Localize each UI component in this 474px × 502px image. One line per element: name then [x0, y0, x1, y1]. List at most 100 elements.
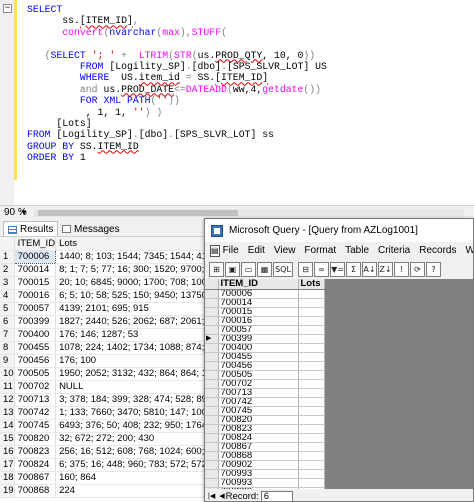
table-cell[interactable] [298, 433, 325, 443]
table-cell[interactable]: 8; 1; 7; 5; 77; 16; 300; 1520; 9700; 139… [55, 263, 220, 277]
record-number-input[interactable]: 6 [260, 490, 293, 501]
code-line[interactable]: FROM [Logility_SP].[dbo].[SPS_SLVR_LOT] … [27, 61, 327, 72]
table-cell[interactable] [298, 325, 325, 335]
msquery-window[interactable]: Microsoft Query - [Query from AZLog1001]… [204, 218, 474, 502]
code-line[interactable]: convert(nvarchar(max),STUFF( [27, 27, 327, 38]
zoom-dropdown-icon[interactable]: ▼ [20, 208, 28, 217]
table-row[interactable]: 18 700867 160; 864 [0, 471, 220, 485]
table-row[interactable]: 16 700823 256; 16; 512; 608; 768; 1024; 60… [0, 445, 220, 459]
table-cell[interactable]: 20; 10; 6845; 9000; 1700; 708; 1009; 10 [55, 276, 220, 290]
record-selector[interactable] [205, 298, 219, 308]
table-cell[interactable]: 6; 5; 10; 58; 525; 150; 9450; 13750; 138 [55, 289, 220, 303]
table-cell[interactable]: 700006 [218, 289, 299, 299]
table-cell[interactable]: 700399 [14, 315, 57, 329]
column-header[interactable]: ITEM_ID [218, 279, 299, 290]
filter-icon[interactable]: ▼= [330, 261, 345, 277]
table-cell[interactable]: 32; 672; 272; 200; 430 [55, 432, 220, 446]
table-cell[interactable] [298, 307, 325, 317]
menu-item-view[interactable]: View [274, 245, 296, 256]
code-line[interactable]: (SELECT '; ' + LTRIM(STR(us.PROD_QTY, 10… [27, 50, 327, 61]
menu-item-criteria[interactable]: Criteria [378, 245, 410, 256]
table-row[interactable]: 700867 [205, 442, 325, 452]
table-cell[interactable]: 700057 [14, 302, 57, 316]
row-number[interactable]: 3 [0, 276, 15, 290]
table-row[interactable]: 700902 [205, 460, 325, 470]
table-cell[interactable]: 700745 [218, 406, 299, 416]
auto-query-icon[interactable]: ⟳ [410, 261, 425, 277]
row-number[interactable]: 17 [0, 458, 15, 472]
table-cell[interactable]: 1827; 2440; 526; 2062; 687; 2061; 4809 [55, 315, 220, 329]
table-cell[interactable]: 700016 [218, 316, 299, 326]
table-row[interactable]: 700868 [205, 451, 325, 461]
save-icon[interactable]: ▭ [241, 261, 256, 277]
table-cell[interactable] [298, 442, 325, 452]
table-cell[interactable]: 700015 [218, 307, 299, 317]
table-cell[interactable]: 700820 [14, 432, 57, 446]
table-row[interactable]: 700993 [205, 478, 325, 488]
code-line[interactable]: and us.PROD_DATE<=DATEADD(ww,4,getdate()… [27, 84, 327, 95]
collapse-toggle-icon[interactable]: − [3, 4, 12, 13]
column-header[interactable]: ITEM_ID [14, 237, 57, 251]
table-cell[interactable] [298, 451, 325, 461]
table-row[interactable]: 19 700868 224 [0, 484, 220, 498]
row-number[interactable]: 7 [0, 328, 15, 342]
table-cell[interactable] [298, 397, 325, 407]
table-cell[interactable] [298, 361, 325, 371]
previous-record-icon[interactable]: ◀ [219, 492, 224, 500]
row-number[interactable]: 14 [0, 419, 15, 433]
table-cell[interactable] [298, 289, 325, 299]
table-row[interactable]: 700820 [205, 415, 325, 425]
table-cell[interactable]: 700868 [14, 484, 57, 498]
editor-horizontal-scrollbar[interactable] [34, 209, 464, 217]
code-line[interactable]: ORDER BY 1 [27, 152, 327, 163]
row-number[interactable]: 19 [0, 484, 15, 498]
table-cell[interactable]: 1078; 224; 1402; 1734; 1088; 874; 237 [55, 341, 220, 355]
row-number[interactable]: 11 [0, 380, 15, 394]
record-selector[interactable] [205, 316, 219, 326]
table-cell[interactable]: 700993 [218, 478, 299, 488]
tab-messages[interactable]: Messages [58, 221, 124, 236]
table-cell[interactable]: 700505 [218, 370, 299, 380]
table-row[interactable]: 6 700399 1827; 2440; 526; 2062; 687; 2061;… [0, 315, 220, 329]
record-selector[interactable] [205, 379, 219, 389]
table-cell[interactable] [298, 424, 325, 434]
record-selector[interactable] [205, 469, 219, 479]
table-row[interactable]: 3 700015 20; 10; 6845; 9000; 1700; 708; 10… [0, 276, 220, 290]
table-cell[interactable]: 700867 [14, 471, 57, 485]
table-cell[interactable]: 700456 [14, 354, 57, 368]
table-row[interactable]: 10 700505 1950; 2052; 3132; 432; 864; 864;… [0, 367, 220, 381]
table-row[interactable]: 13 700742 1; 133; 7660; 3470; 5810; 147; 1… [0, 406, 220, 420]
show-tables-icon[interactable]: ⊟ [298, 261, 313, 277]
table-cell[interactable]: 1440; 8; 103; 1544; 7345; 1544; 4181; 5 [55, 250, 220, 264]
table-cell[interactable]: 700057 [218, 325, 299, 335]
record-selector[interactable] [205, 352, 219, 362]
row-number[interactable]: 4 [0, 289, 15, 303]
table-cell[interactable] [298, 478, 325, 488]
open-icon[interactable]: ▣ [225, 261, 240, 277]
menu-item-edit[interactable]: Edit [248, 245, 265, 256]
table-cell[interactable]: 1; 133; 7660; 3470; 5810; 147; 1000; 18 [55, 406, 220, 420]
table-cell[interactable]: 700902 [218, 460, 299, 470]
current-record-pointer-icon[interactable]: ▶ [205, 334, 219, 344]
row-number[interactable]: 5 [0, 302, 15, 316]
sort-descending-icon[interactable]: Z↓ [378, 261, 393, 277]
sql-editor[interactable]: − SELECT ss.[ITEM_ID], convert(nvarchar(… [0, 0, 474, 205]
table-cell[interactable]: 700455 [218, 352, 299, 362]
table-row[interactable]: 11 700702 NULL [0, 380, 220, 394]
table-row[interactable]: 700993 [205, 469, 325, 479]
results-grid[interactable]: ITEM_ID Lots 1 700006 1440; 8; 103; 1544; … [0, 237, 220, 502]
table-cell[interactable]: 700505 [14, 367, 57, 381]
table-row[interactable]: 700057 [205, 325, 325, 335]
table-cell[interactable]: 700824 [218, 433, 299, 443]
table-cell[interactable] [298, 460, 325, 470]
table-row[interactable]: 12 700713 3; 378; 184; 399; 328; 474; 528;… [0, 393, 220, 407]
sort-ascending-icon[interactable]: A↓ [362, 261, 377, 277]
table-cell[interactable]: 700399 [218, 334, 299, 344]
table-cell[interactable]: 700016 [14, 289, 57, 303]
table-cell[interactable]: 700400 [218, 343, 299, 353]
column-header[interactable]: Lots [298, 279, 325, 290]
table-cell[interactable]: 176; 100 [55, 354, 220, 368]
code-line[interactable]: [Lots] [27, 118, 327, 129]
code-line[interactable]: WHERE US.item_id = SS.[ITEM_ID] [27, 72, 327, 83]
table-row[interactable]: 700713 [205, 388, 325, 398]
